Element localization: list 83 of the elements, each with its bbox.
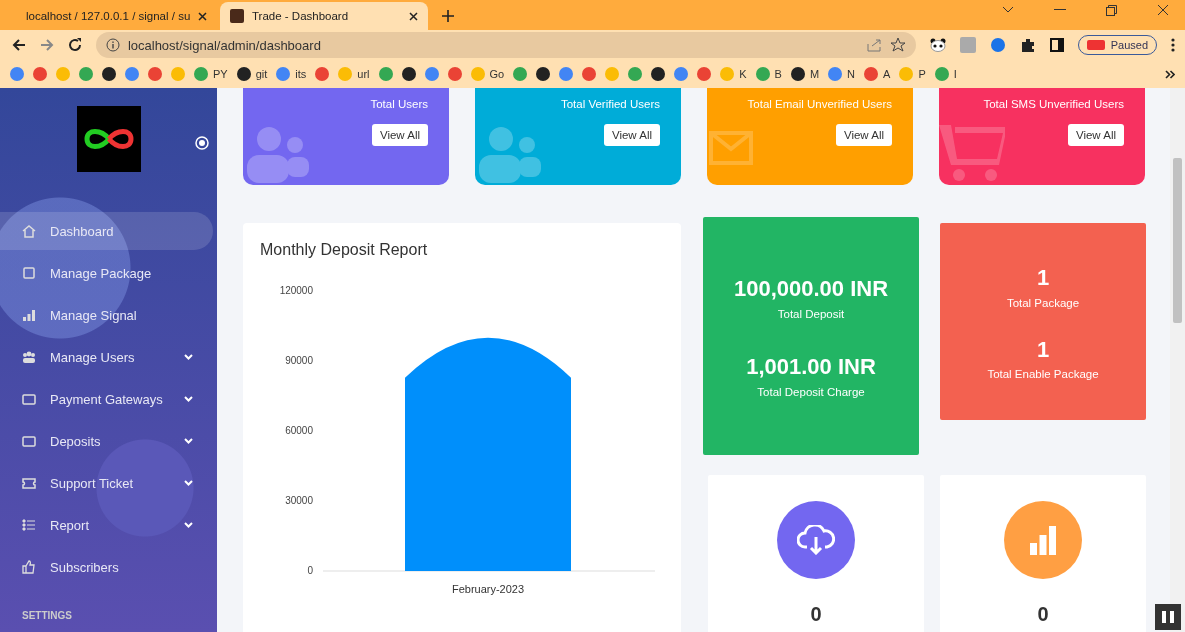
view-all-button[interactable]: View All [603,124,660,146]
scrollbar-thumb[interactable] [1173,158,1182,323]
bar-chart-icon [1028,525,1058,555]
sidebar-item[interactable]: Support Ticket [0,464,213,502]
chevron-down-icon[interactable] [1002,6,1014,14]
bookmark-icon[interactable] [651,67,666,81]
bookmark[interactable]: url [338,67,370,81]
restore-icon[interactable] [1106,4,1117,16]
new-tab-icon[interactable] [442,10,454,22]
view-all-button[interactable]: View All [371,124,428,146]
cloud-download-icon [797,525,835,555]
card-icon [22,392,36,406]
axis-tick-label: 0 [307,565,313,576]
extension-icon[interactable] [959,37,976,53]
view-all-button[interactable]: View All [835,124,892,146]
cart-icon [939,123,1005,183]
card-icon [22,434,36,448]
thumb-icon [22,560,36,574]
axis-tick-label: 120000 [279,285,313,296]
close-icon[interactable] [198,11,208,21]
panda-icon[interactable] [929,38,946,52]
sidebar-item[interactable]: Payment Gateways [0,380,213,418]
sidebar-item[interactable]: Subscribers [0,548,213,586]
sidebar-item[interactable]: Report [0,506,213,544]
minimize-icon[interactable] [1054,9,1066,11]
charge-label: Total Deposit Charge [757,385,865,398]
view-all-button[interactable]: View All [1067,124,1124,146]
stat-label: Total SMS Unverified Users [983,98,1124,110]
bookmark-icon[interactable] [401,67,416,81]
charge-amount: 1,001.00 INR [745,353,877,381]
share-icon[interactable] [865,38,882,52]
extension-icon[interactable] [989,37,1006,53]
enabled-label: Total Enable Package [987,368,1099,381]
forward-icon[interactable] [39,38,54,52]
sidebar-item[interactable]: Deposits [0,422,213,460]
stat-label: Total Verified Users [560,98,660,110]
bookmark-icon[interactable] [102,67,116,81]
reload-icon[interactable] [67,38,82,52]
info-icon [105,38,120,52]
stat-label: Total Users [370,98,428,110]
users-icon [22,350,36,364]
mini-value: 0 [810,603,822,626]
browser-tab[interactable]: localhost / 127.0.0.1 / signal / su [8,2,216,30]
deposit-amount: 100,000.00 INR [732,275,890,304]
ticket-icon [22,476,36,490]
menu-icon[interactable] [1171,38,1175,52]
bookmark[interactable]: PY [194,67,228,81]
list-icon [22,518,36,532]
sidebar-icon[interactable] [1049,38,1064,52]
bookmark-icon[interactable] [536,67,551,81]
address-field[interactable]: localhost/signal/admin/dashboard [95,32,916,58]
axis-tick-label: 60000 [285,425,313,436]
back-icon[interactable] [12,38,26,52]
box-icon [22,266,36,280]
star-icon[interactable] [889,37,906,53]
sidebar-item[interactable]: Manage Package [0,254,213,292]
mini-value: 0 [1037,603,1049,626]
stat-label: Total Email Unverified Users [747,98,892,110]
axis-tick-label: 90000 [285,355,313,366]
enabled-count: 1 [1035,335,1051,364]
bookmark[interactable]: git [236,67,268,81]
more-bookmarks-icon[interactable] [1165,69,1175,79]
bookmark[interactable]: Go [470,67,505,81]
deposit-label: Total Deposit [777,308,845,320]
favicon-icon [230,9,244,23]
close-icon[interactable] [1157,4,1169,16]
bookmark[interactable]: its [276,67,307,81]
section-heading: SETTINGS [21,609,73,623]
home-icon [22,224,36,238]
package-label: Total Package [1006,296,1080,309]
sidebar-item[interactable]: Manage Signal [0,296,213,334]
package-count: 1 [1035,263,1051,292]
bars-icon [22,308,36,322]
sidebar-item[interactable]: Manage Users [0,338,213,376]
puzzle-icon[interactable] [1019,37,1036,53]
axis-tick-label: 30000 [285,495,313,506]
close-icon[interactable] [409,11,418,21]
browser-tab[interactable]: Trade - Dashboard [220,2,428,30]
chart-title: Monthly Deposit Report [260,241,429,259]
axis-category-label: February-2023 [451,583,525,595]
logo-icon [76,106,141,172]
toggle-icon[interactable] [195,136,209,150]
pause-icon[interactable] [1155,604,1181,630]
